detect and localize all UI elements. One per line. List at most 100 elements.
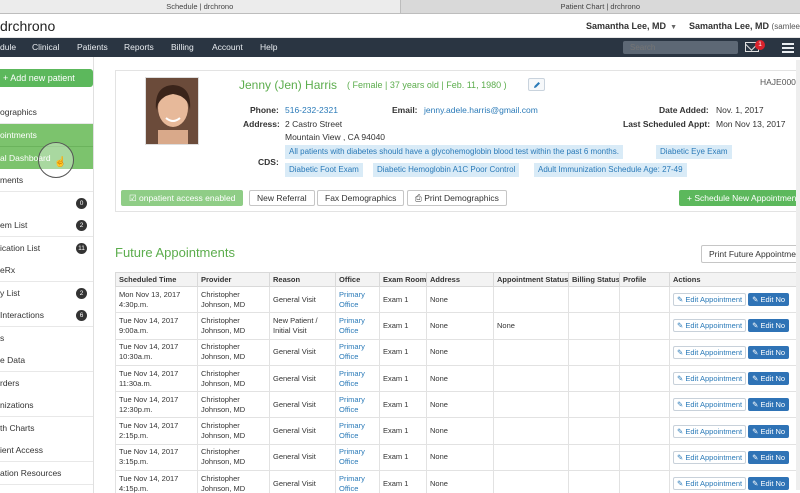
add-new-patient-button[interactable]: + Add new patient — [0, 69, 93, 87]
edit-appointment-button[interactable]: ✎ Edit Appointment — [673, 424, 747, 438]
edit-appointment-button[interactable]: ✎ Edit Appointment — [673, 477, 747, 491]
nav-reports[interactable]: Reports — [124, 38, 154, 57]
column-header[interactable]: Exam Room — [379, 272, 427, 287]
column-header[interactable]: Profile — [619, 272, 670, 287]
browser-tab-schedule[interactable]: Schedule | drchrono — [0, 0, 401, 13]
edit-appointment-button[interactable]: ✎ Edit Appointment — [673, 293, 747, 307]
sidebar-item-s[interactable]: s — [0, 327, 93, 350]
edit-appointment-button[interactable]: ✎ Edit Appointment — [673, 319, 747, 333]
cell-line[interactable]: Office — [339, 326, 376, 336]
sidebar-item-interactions[interactable]: Interactions 6 — [0, 304, 93, 327]
sidebar-item-education-resources[interactable]: ation Resources — [0, 462, 93, 485]
sidebar-item-allergy-list[interactable]: y List 2 — [0, 282, 93, 305]
sidebar-item-growth-charts[interactable]: th Charts — [0, 417, 93, 440]
user-menu[interactable]: Samantha Lee, MD ▼ — [586, 21, 677, 31]
column-header[interactable]: Reason — [269, 272, 336, 287]
search-input[interactable] — [623, 41, 738, 54]
nav-help[interactable]: Help — [260, 38, 277, 57]
address-cell: None — [426, 364, 494, 393]
column-header[interactable]: Billing Status — [568, 272, 620, 287]
sidebar-item-demographics[interactable]: ographics — [0, 101, 93, 124]
office-cell[interactable]: Primary Office — [335, 364, 380, 393]
edit-appointment-button[interactable]: ✎ Edit Appointment — [673, 372, 747, 386]
column-header[interactable]: Provider — [197, 272, 270, 287]
print-future-appointments-button[interactable]: Print Future Appointmen — [701, 245, 800, 263]
cell-line[interactable]: Office — [339, 300, 376, 310]
office-cell[interactable]: Primary Office — [335, 470, 380, 493]
office-cell[interactable]: Primary Office — [335, 443, 380, 472]
profile-cell — [619, 285, 670, 314]
cell-line[interactable]: Primary — [339, 369, 376, 379]
edit-appointment-button[interactable]: ✎ Edit Appointment — [673, 450, 747, 464]
cell-line[interactable]: Office — [339, 484, 376, 493]
cell-line[interactable]: Office — [339, 352, 376, 362]
cell-line[interactable]: Primary — [339, 447, 376, 457]
cell-line[interactable]: Primary — [339, 290, 376, 300]
cds-alert[interactable]: Diabetic Eye Exam — [656, 145, 732, 159]
cell-line: Tue Nov 14, 2017 — [119, 447, 179, 457]
sidebar-item-problem-list[interactable]: em List 2 — [0, 214, 93, 237]
cell-line[interactable]: Primary — [339, 342, 376, 352]
pencil-icon: ✎ — [677, 347, 684, 357]
sidebar-item-erx[interactable]: eRx — [0, 259, 93, 282]
new-referral-button[interactable]: New Referral — [249, 190, 315, 206]
cds-alert[interactable]: Adult Immunization Schedule Age: 27-49 — [534, 163, 687, 177]
edit-appointment-button[interactable]: ✎ Edit Appointment — [673, 398, 747, 412]
edit-patient-button[interactable] — [528, 78, 545, 91]
sidebar-item-medication-list[interactable]: ication List 11 — [0, 237, 93, 260]
column-header[interactable]: Appointment Status — [493, 272, 569, 287]
office-cell[interactable]: Primary Office — [335, 417, 380, 445]
sidebar-item-appointments[interactable]: ointments — [0, 124, 93, 147]
cell-line[interactable]: Primary — [339, 421, 376, 431]
edit-note-button[interactable]: ✎ Edit No — [748, 398, 790, 412]
column-header[interactable]: Office — [335, 272, 380, 287]
edit-note-button[interactable]: ✎ Edit No — [748, 319, 790, 333]
office-cell[interactable]: Primary Office — [335, 285, 380, 314]
edit-note-button[interactable]: ✎ Edit No — [748, 293, 790, 307]
cell-line: Johnson, MD — [201, 431, 246, 441]
sidebar-item-unnamed[interactable]: 0 — [0, 192, 93, 215]
sidebar-item-orders[interactable]: rders — [0, 372, 93, 395]
cell-line[interactable]: Primary — [339, 474, 376, 484]
column-header[interactable]: Address — [426, 272, 494, 287]
sidebar-item-patient-access[interactable]: ient Access — [0, 439, 93, 462]
column-header[interactable]: Actions — [669, 272, 800, 287]
office-cell[interactable]: Primary Office — [335, 391, 380, 419]
cell-line[interactable]: Office — [339, 431, 376, 441]
phone-value[interactable]: 516-232-2321 — [285, 105, 338, 115]
edit-note-button[interactable]: ✎ Edit No — [748, 372, 790, 386]
nav-account[interactable]: Account — [212, 38, 243, 57]
print-demographics-button[interactable]: ⎙ Print Demographics — [407, 190, 507, 206]
fax-demographics-button[interactable]: Fax Demographics — [317, 190, 405, 206]
edit-note-button[interactable]: ✎ Edit No — [748, 345, 790, 359]
hamburger-icon[interactable] — [782, 43, 794, 55]
schedule-new-appointment-button[interactable]: + Schedule New Appointmen — [679, 190, 800, 206]
email-value[interactable]: jenny.adele.harris@gmail.com — [424, 105, 538, 115]
sidebar-item-immunizations[interactable]: nizations — [0, 394, 93, 417]
cell-line[interactable]: Office — [339, 457, 376, 467]
nav-patients[interactable]: Patients — [77, 38, 108, 57]
office-cell[interactable]: Primary Office — [335, 338, 380, 366]
cell-line[interactable]: Office — [339, 379, 376, 389]
nav-billing[interactable]: Billing — [171, 38, 194, 57]
cds-alert[interactable]: Diabetic Foot Exam — [285, 163, 363, 177]
profile-cell — [619, 391, 670, 419]
cell-line[interactable]: Primary — [339, 316, 376, 326]
cell-line[interactable]: Office — [339, 405, 376, 415]
cds-alert[interactable]: Diabetic Hemoglobin A1C Poor Control — [373, 163, 520, 177]
app-logo[interactable]: drchrono — [0, 18, 55, 34]
onpatient-access-button[interactable]: ☑ onpatient access enabled — [121, 190, 244, 206]
edit-note-button[interactable]: ✎ Edit No — [748, 450, 790, 464]
edit-note-button[interactable]: ✎ Edit No — [748, 424, 790, 438]
cell-line[interactable]: Primary — [339, 395, 376, 405]
page-scrollbar[interactable] — [796, 60, 800, 490]
office-cell[interactable]: Primary Office — [335, 312, 380, 340]
edit-appointment-button[interactable]: ✎ Edit Appointment — [673, 345, 747, 359]
cds-alert[interactable]: All patients with diabetes should have a… — [285, 145, 623, 159]
sidebar-item-data[interactable]: e Data — [0, 349, 93, 372]
nav-schedule[interactable]: dule — [0, 38, 16, 57]
edit-note-button[interactable]: ✎ Edit No — [748, 477, 790, 491]
browser-tab-patient-chart[interactable]: Patient Chart | drchrono — [401, 0, 800, 13]
nav-clinical[interactable]: Clinical — [32, 38, 59, 57]
column-header[interactable]: Scheduled Time — [115, 272, 198, 287]
